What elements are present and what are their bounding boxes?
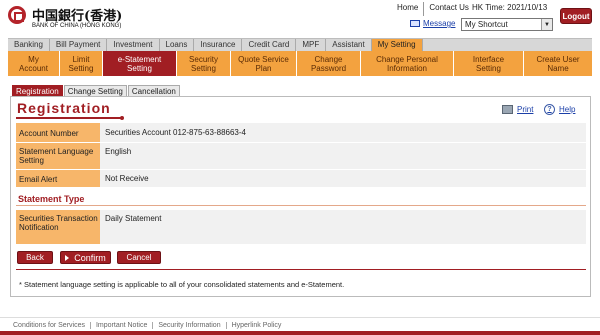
subnav-line: Limit bbox=[72, 54, 90, 64]
nav-banking[interactable]: Banking bbox=[8, 39, 50, 51]
print-label: Print bbox=[517, 105, 534, 114]
subnav-line: Security bbox=[189, 54, 218, 64]
subnav-line: Plan bbox=[255, 63, 272, 73]
logo-english-name: BANK OF CHINA (HONG KONG) bbox=[32, 23, 122, 29]
field-value: Securities Account 012-875-63-88663-4 bbox=[105, 128, 246, 137]
nav-mpf[interactable]: MPF bbox=[296, 39, 327, 51]
message-label: Message bbox=[423, 19, 456, 28]
sub-nav: My Account Limit Setting e-Statement Settin… bbox=[8, 51, 592, 76]
section-title: Statement Type bbox=[18, 194, 85, 204]
tab-bar: Registration Change Setting Cancellation bbox=[12, 85, 181, 96]
language-setting-row: Statement Language Setting English bbox=[16, 143, 586, 169]
shortcut-select[interactable]: My Shortcut ▼ bbox=[461, 18, 553, 31]
subnav-estatement-setting[interactable]: e-Statement Setting bbox=[103, 51, 177, 76]
printer-icon bbox=[502, 105, 513, 114]
title-underline bbox=[16, 116, 124, 120]
field-value: Not Receive bbox=[105, 174, 149, 183]
field-value: Daily Statement bbox=[105, 214, 162, 223]
field-label: Securities Transaction Notification bbox=[16, 210, 100, 244]
subnav-quote-service-plan[interactable]: Quote Service Plan bbox=[231, 51, 297, 76]
footnote: * Statement language setting is applicab… bbox=[19, 280, 345, 289]
page-title: Registration bbox=[17, 100, 111, 116]
footer-link-conditions[interactable]: Conditions for Services bbox=[8, 322, 91, 329]
nav-my-setting[interactable]: My Setting bbox=[371, 39, 423, 51]
help-icon: ? bbox=[544, 104, 555, 115]
registration-panel: Registration Print ? Help Account Number… bbox=[10, 96, 591, 297]
field-value: English bbox=[105, 147, 132, 156]
note-divider bbox=[16, 269, 586, 270]
main-nav: Banking Bill Payment Investment Loans In… bbox=[8, 38, 592, 51]
section-divider bbox=[16, 205, 586, 206]
bottom-brand-bar bbox=[0, 331, 600, 335]
statement-type-row: Securities Transaction Notification Dail… bbox=[16, 210, 586, 244]
nav-credit-card[interactable]: Credit Card bbox=[242, 39, 297, 51]
subnav-create-user-name[interactable]: Create User Name bbox=[524, 51, 592, 76]
subnav-line: Name bbox=[547, 63, 569, 73]
field-label: Statement Language Setting bbox=[16, 143, 100, 169]
subnav-line: Change bbox=[314, 54, 343, 64]
nav-investment[interactable]: Investment bbox=[107, 39, 160, 51]
play-arrow-icon bbox=[65, 254, 70, 261]
contact-us-link[interactable]: Contact Us bbox=[424, 2, 474, 16]
tab-cancellation[interactable]: Cancellation bbox=[127, 85, 180, 96]
subnav-security-setting[interactable]: Security Setting bbox=[177, 51, 231, 76]
confirm-label: Confirm bbox=[74, 252, 106, 263]
subnav-line: Setting bbox=[476, 63, 501, 73]
nav-insurance[interactable]: Insurance bbox=[194, 39, 243, 51]
subnav-line: Setting bbox=[68, 63, 94, 73]
field-label: Email Alert bbox=[16, 170, 100, 187]
cancel-button[interactable]: Cancel bbox=[117, 251, 161, 264]
subnav-line: Setting bbox=[191, 63, 216, 73]
footer-divider bbox=[0, 317, 600, 318]
home-link[interactable]: Home bbox=[392, 2, 425, 16]
subnav-line: Change Personal bbox=[376, 54, 438, 64]
subnav-change-personal-info[interactable]: Change Personal Information bbox=[361, 51, 454, 76]
footer-link-important-notice[interactable]: Important Notice bbox=[91, 322, 154, 329]
nav-bill-payment[interactable]: Bill Payment bbox=[50, 39, 108, 51]
help-link[interactable]: ? Help bbox=[544, 104, 575, 115]
chevron-down-icon: ▼ bbox=[541, 19, 552, 30]
subnav-line: e-Statement bbox=[117, 54, 162, 64]
footer-links: Conditions for Services Important Notice… bbox=[8, 322, 286, 329]
nav-loans[interactable]: Loans bbox=[160, 39, 195, 51]
field-label: Account Number bbox=[16, 123, 100, 142]
subnav-my-account[interactable]: My Account bbox=[8, 51, 60, 76]
top-links: Home Contact Us bbox=[392, 2, 474, 16]
subnav-interface-setting[interactable]: Interface Setting bbox=[454, 51, 524, 76]
footer-link-security-info[interactable]: Security Information bbox=[153, 322, 227, 329]
shortcut-selected: My Shortcut bbox=[465, 20, 508, 29]
subnav-line: Create User bbox=[536, 54, 580, 64]
subnav-line: Interface bbox=[472, 54, 505, 64]
nav-filler bbox=[423, 39, 592, 51]
subnav-line: Information bbox=[386, 63, 427, 73]
logo-chinese-name: 中国銀行(香港) bbox=[32, 9, 123, 24]
tab-change-setting[interactable]: Change Setting bbox=[63, 85, 127, 96]
hk-time: HK Time: 2021/10/13 bbox=[472, 3, 548, 12]
email-alert-row: Email Alert Not Receive bbox=[16, 170, 586, 187]
subnav-line: Account bbox=[19, 63, 48, 73]
nav-assistant[interactable]: Assistant bbox=[326, 39, 372, 51]
boc-logo-icon bbox=[8, 6, 26, 24]
account-number-row: Account Number Securities Account 012-87… bbox=[16, 123, 586, 142]
bank-logo: 中国銀行(香港) BANK OF CHINA (HONG KONG) bbox=[8, 4, 122, 34]
subnav-line: Password bbox=[310, 63, 347, 73]
confirm-button[interactable]: Confirm bbox=[60, 251, 111, 264]
help-label: Help bbox=[559, 105, 576, 114]
subnav-change-password[interactable]: Change Password bbox=[297, 51, 361, 76]
message-link[interactable]: Message bbox=[410, 19, 455, 28]
logout-button[interactable]: Logout bbox=[560, 8, 592, 24]
tab-registration[interactable]: Registration bbox=[12, 85, 63, 96]
subnav-line: Setting bbox=[127, 63, 152, 73]
print-link[interactable]: Print bbox=[502, 105, 533, 114]
subnav-line: My bbox=[28, 54, 39, 64]
subnav-line: Quote Service bbox=[238, 54, 289, 64]
footer-link-hyperlink-policy[interactable]: Hyperlink Policy bbox=[227, 322, 287, 329]
subnav-limit-setting[interactable]: Limit Setting bbox=[60, 51, 103, 76]
back-button[interactable]: Back bbox=[17, 251, 53, 264]
envelope-icon bbox=[410, 20, 420, 27]
